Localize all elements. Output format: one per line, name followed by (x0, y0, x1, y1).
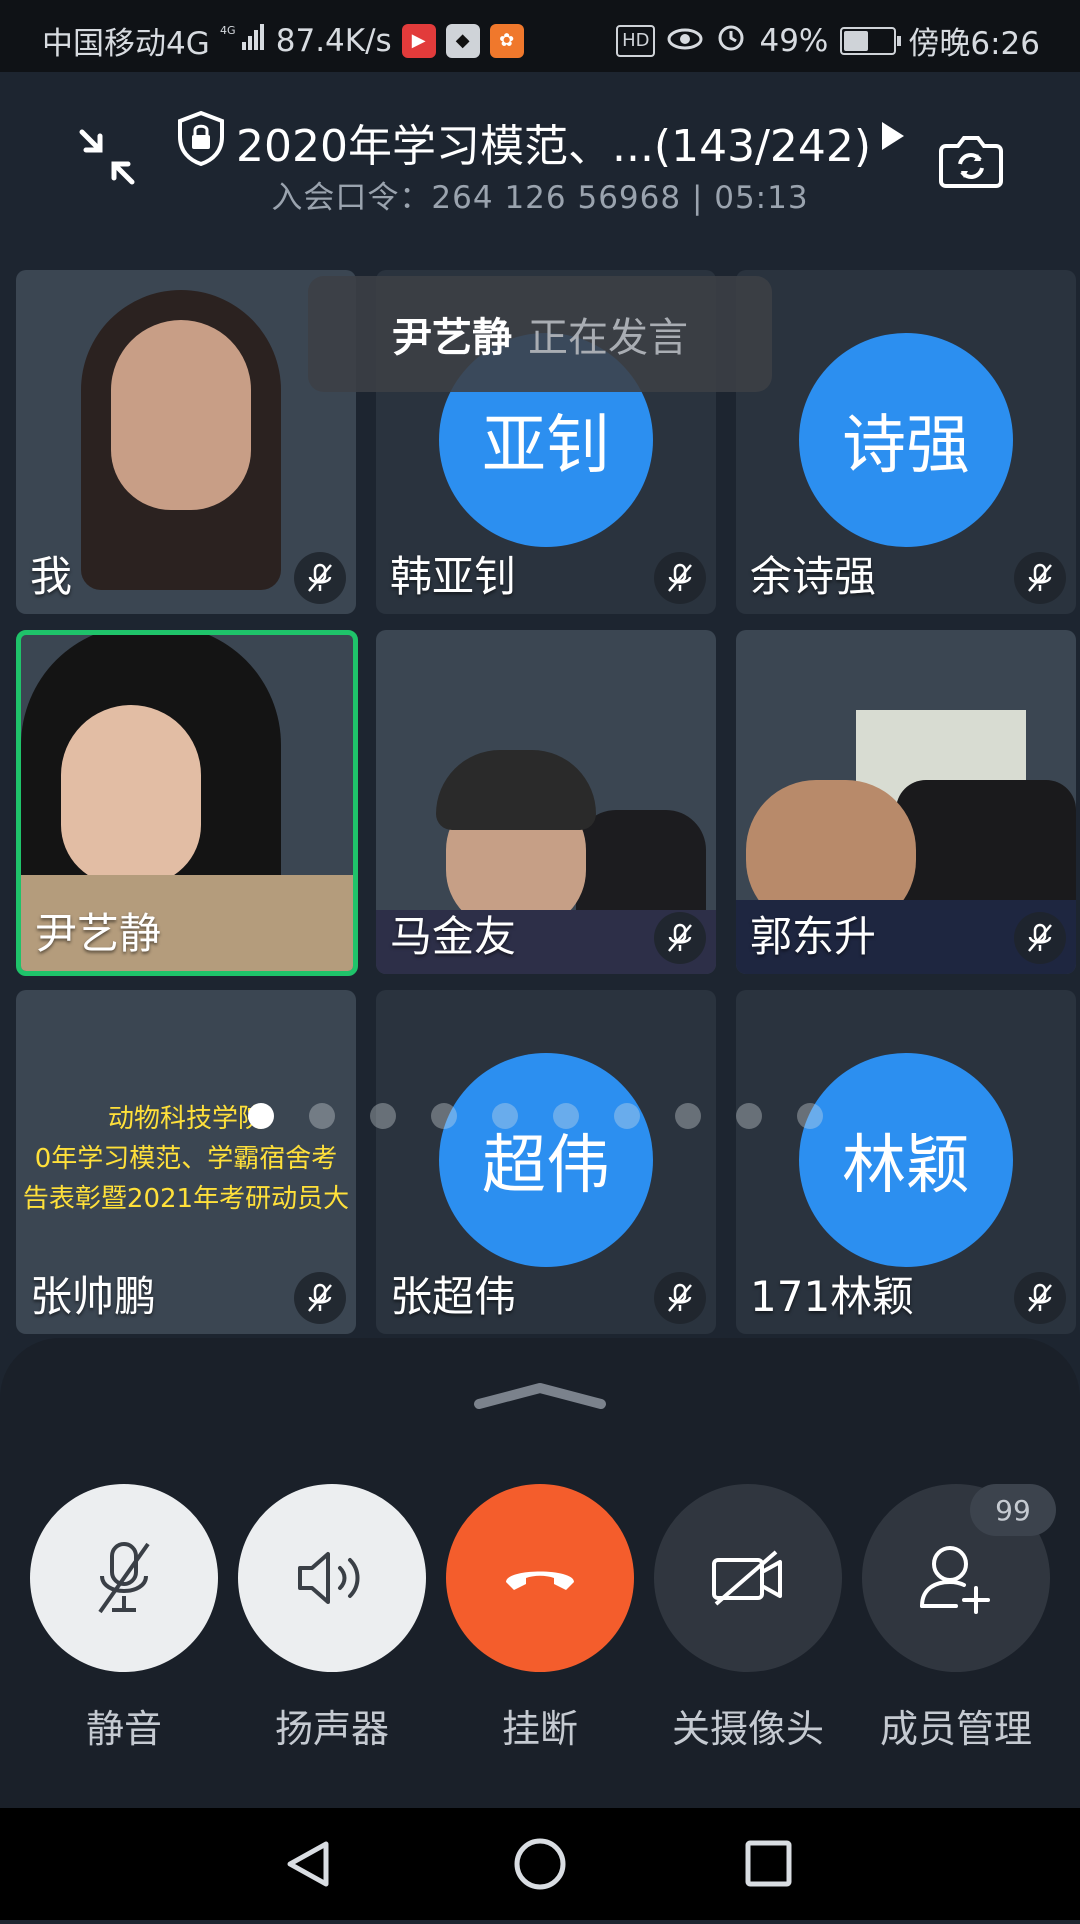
speaker-name: 尹艺静 (392, 315, 512, 361)
members-label: 成员管理 (879, 1707, 1032, 1751)
participant-name: 马金友 (390, 912, 517, 961)
mic-muted-icon (1014, 1272, 1066, 1324)
camera-off-button-circle[interactable] (654, 1484, 842, 1672)
participant-name: 郭东升 (750, 912, 877, 961)
battery-icon (840, 26, 902, 55)
page-dot[interactable] (553, 1103, 579, 1129)
hangup-icon (506, 1571, 574, 1590)
participant-name: 尹艺静 (35, 909, 162, 958)
switch-camera-icon[interactable] (938, 132, 1004, 188)
hangup-button[interactable]: 挂断 (445, 1484, 635, 1753)
participant-tile-screen-share[interactable]: 动物科技学院 0年学习模范、学霸宿舍考 告表彰暨2021年考研动员大 张帅鹏 (16, 990, 356, 1334)
page-dot[interactable] (370, 1103, 396, 1129)
mute-button-circle[interactable] (30, 1484, 218, 1672)
network-type-label: 4G (220, 24, 236, 37)
net-speed-label: 87.4K/s (275, 22, 392, 59)
participant-tile[interactable]: 林颖 171林颖 (736, 990, 1076, 1334)
lock-shield-icon (176, 110, 226, 167)
mic-muted-icon (654, 1272, 706, 1324)
participant-name: 余诗强 (750, 552, 877, 601)
participant-tile-me[interactable]: 我 (16, 270, 356, 614)
home-icon (514, 1838, 566, 1890)
slide-line: 0年学习模范、学霸宿舍考 (34, 1144, 338, 1174)
avatar: 林颖 (799, 1053, 1013, 1267)
page-dot[interactable] (675, 1103, 701, 1129)
slide-line: 告表彰暨2021年考研动员大 (22, 1184, 350, 1214)
participant-name: 张帅鹏 (30, 1272, 157, 1321)
speaker-icon (298, 1552, 360, 1604)
hangup-button-circle[interactable] (446, 1484, 634, 1672)
video-app-icon: ▶ (401, 23, 436, 58)
camera-off-icon (712, 1550, 782, 1606)
expand-arrow-icon[interactable] (882, 122, 904, 150)
signal-icon: 4G (220, 22, 266, 60)
mic-muted-icon (654, 912, 706, 964)
participant-tile-active-speaker[interactable]: 尹艺静 (16, 630, 358, 976)
speaker-button[interactable]: 扬声器 (237, 1484, 427, 1753)
hangup-label: 挂断 (501, 1707, 578, 1751)
participant-tile[interactable]: 马金友 (376, 630, 716, 974)
page-dot[interactable] (309, 1103, 335, 1129)
page-dot[interactable] (492, 1103, 518, 1129)
camera-off-label: 关摄像头 (671, 1707, 824, 1751)
expand-panel-handle[interactable] (473, 1382, 607, 1410)
avatar: 超伟 (439, 1053, 653, 1267)
mic-muted-icon (294, 552, 346, 604)
participant-name: 171林颖 (750, 1272, 915, 1321)
carrier-label: 中国移动4G (42, 26, 210, 62)
page-dot[interactable] (431, 1103, 457, 1129)
alarm-icon (715, 21, 747, 61)
mute-label: 静音 (85, 1707, 162, 1751)
page-dot[interactable] (614, 1103, 640, 1129)
speaker-button-circle[interactable] (238, 1484, 426, 1672)
speaking-status: 正在发言 (528, 315, 688, 361)
speaker-label: 扬声器 (274, 1707, 389, 1751)
participant-name: 我 (30, 552, 73, 601)
meeting-code-timer: 入会口令：264 126 56968 | 05:13 (271, 180, 809, 216)
mic-muted-icon (1014, 552, 1066, 604)
camera-off-button[interactable]: 关摄像头 (653, 1484, 843, 1753)
eye-icon (667, 23, 703, 59)
member-count-badge: 99 (970, 1484, 1056, 1536)
participant-tile[interactable]: 超伟 张超伟 (376, 990, 716, 1334)
participant-name: 韩亚钊 (390, 552, 517, 601)
page-dot[interactable] (797, 1103, 823, 1129)
avatar: 诗强 (799, 333, 1013, 547)
page-indicator[interactable] (248, 1103, 823, 1129)
system-nav-bar (0, 1808, 1080, 1920)
active-speaker-toast: 尹艺静 正在发言 (308, 276, 772, 392)
participant-name: 张超伟 (390, 1272, 517, 1321)
mute-button[interactable]: 静音 (29, 1484, 219, 1753)
page-dot[interactable] (736, 1103, 762, 1129)
page-dot[interactable] (248, 1103, 274, 1129)
mic-muted-icon (654, 552, 706, 604)
participant-tile[interactable]: 诗强 余诗强 (736, 270, 1076, 614)
back-icon (287, 1841, 329, 1887)
status-bar: 中国移动4G 4G 87.4K/s ▶ ◆ ✿ HD 49% 傍晚6:26 (0, 0, 1080, 72)
battery-percent: 49% (759, 22, 829, 59)
uc-browser-icon: ✿ (489, 23, 524, 58)
mic-muted-icon (1014, 912, 1066, 964)
recents-icon (745, 1840, 792, 1887)
shield-app-icon: ◆ (445, 23, 480, 58)
add-member-icon (920, 1546, 990, 1614)
clock: 傍晚6:26 (908, 26, 1040, 62)
meeting-title[interactable]: 2020年学习模范、...(143/242) (236, 110, 871, 174)
mic-off-icon (98, 1542, 150, 1614)
hd-icon: HD (616, 24, 656, 57)
participant-tile[interactable]: 郭东升 (736, 630, 1076, 974)
mic-muted-icon (294, 1272, 346, 1324)
